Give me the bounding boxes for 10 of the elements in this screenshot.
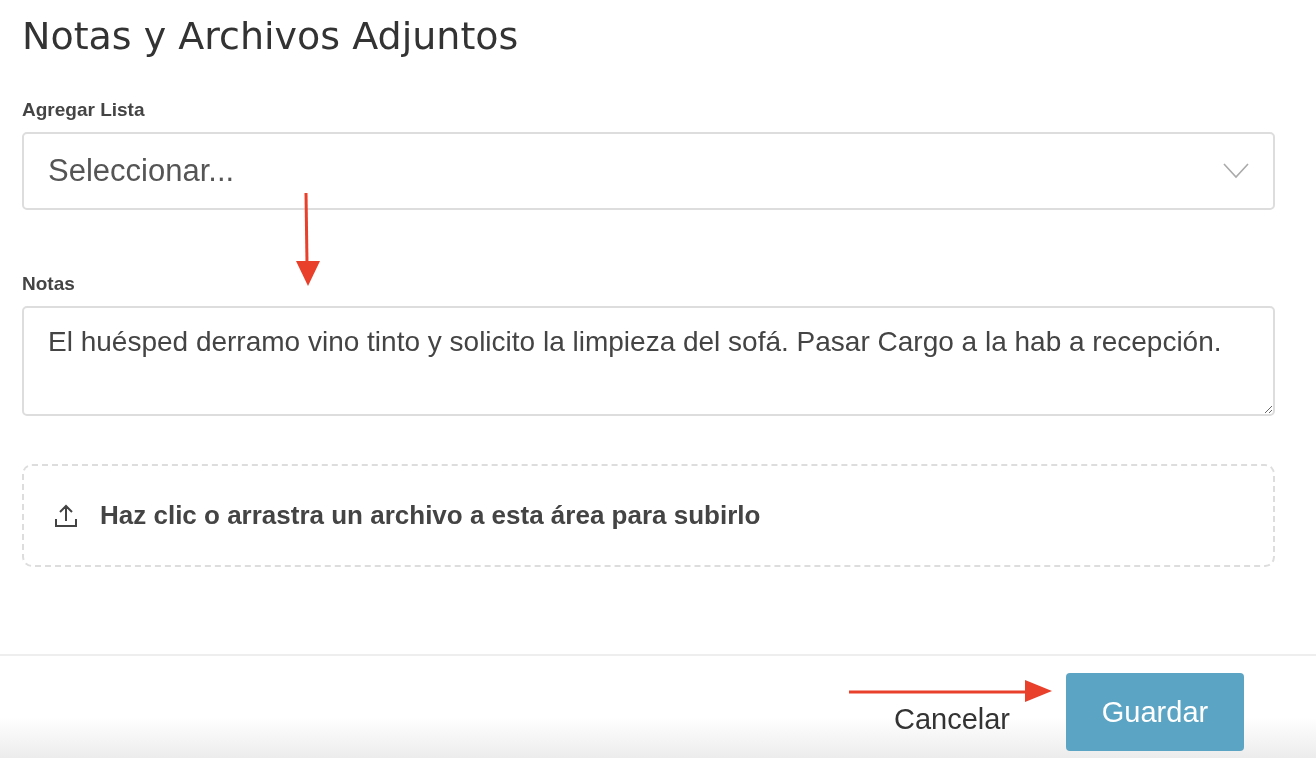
- field-label: Notas: [22, 272, 76, 296]
- cancel-button[interactable]: Cancelar: [893, 702, 1010, 736]
- dialog-title: Notas y Archivos Adjuntos: [22, 13, 520, 60]
- upload-dropzone[interactable]: Haz clic o arrastra un archivo a esta área para subirlo: [22, 464, 1275, 567]
- upload-text: Haz clic o arrastra un archivo a esta área para subirlo: [100, 500, 761, 531]
- chevron-down-icon: [1223, 163, 1249, 179]
- list-select[interactable]: Seleccionar...: [22, 132, 1275, 210]
- upload-icon: [54, 503, 78, 528]
- notes-field[interactable]: El huésped derramo vino tinto y solicito la limpieza del sofá. Pasar Cargo a la hab a recepción.: [22, 306, 1275, 416]
- field-label: Agregar Lista: [22, 98, 146, 122]
